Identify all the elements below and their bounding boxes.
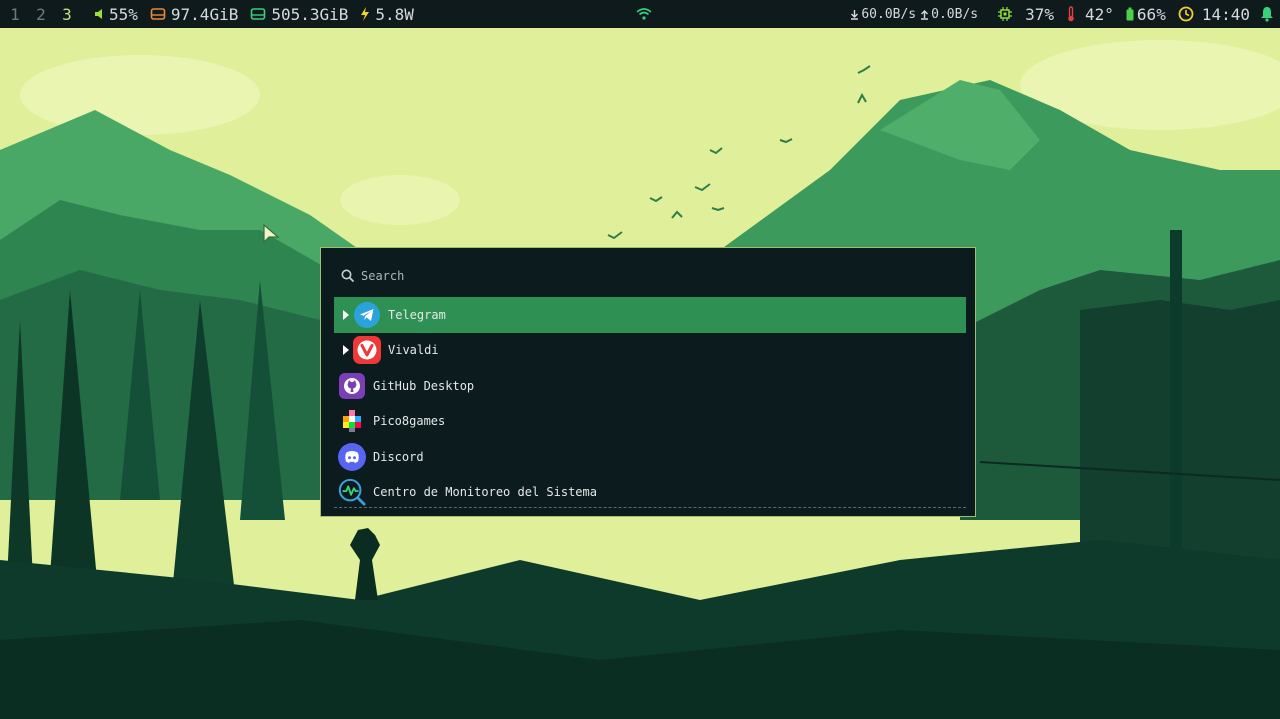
hard-drive-icon xyxy=(251,8,266,20)
cpu-value: 37% xyxy=(1025,4,1055,24)
status-bar: 1 2 3 55% 97.4GiB 505.3GiB 5.8W 60.0B/s … xyxy=(0,0,1280,28)
volume-value: 55% xyxy=(109,4,138,24)
wifi-icon[interactable] xyxy=(636,8,652,20)
expand-arrow-icon[interactable] xyxy=(343,345,349,356)
arrow-down-icon xyxy=(851,9,859,20)
discord-icon xyxy=(338,442,366,471)
list-item-pico8games[interactable]: Pico8games xyxy=(334,404,966,440)
clock-time: 14:40 xyxy=(1201,4,1250,24)
disk-home-value: 505.3GiB xyxy=(271,4,349,24)
battery-icon xyxy=(1126,7,1134,21)
list-divider xyxy=(334,507,966,508)
workspace-2-button[interactable]: 2 xyxy=(28,5,54,24)
list-item-label: Vivaldi xyxy=(388,343,439,358)
search-placeholder: Search xyxy=(361,269,405,283)
disk-root-indicator: 97.4GiB xyxy=(150,5,238,24)
network-upload: 0.0B/s xyxy=(920,7,978,22)
result-list: Telegram Vivaldi GitHub Desktop Pico8gam… xyxy=(334,297,966,510)
search-input[interactable]: Search xyxy=(341,266,404,286)
telegram-icon xyxy=(353,301,381,329)
hard-drive-icon xyxy=(150,8,166,20)
battery-indicator: 66% xyxy=(1126,5,1166,24)
list-item-label: Centro de Monitoreo del Sistema xyxy=(373,485,597,500)
search-icon xyxy=(341,269,355,283)
list-item-telegram[interactable]: Telegram xyxy=(334,297,966,333)
disk-root-value: 97.4GiB xyxy=(170,4,239,24)
clock-icon xyxy=(1178,6,1194,22)
clock[interactable]: 14:40 xyxy=(1178,5,1250,24)
power-indicator: 5.8W xyxy=(360,5,414,24)
list-item-label: Discord xyxy=(373,449,424,464)
power-value: 5.8W xyxy=(375,4,414,24)
expand-arrow-icon[interactable] xyxy=(343,309,349,320)
upload-rate: 0.0B/s xyxy=(931,6,979,22)
network-download: 60.0B/s xyxy=(850,7,916,22)
battery-value: 66% xyxy=(1136,4,1166,24)
system-monitor-icon xyxy=(338,478,366,506)
lightning-icon xyxy=(361,7,370,21)
app-launcher: Search Telegram Vivaldi GitHub Desktop P… xyxy=(320,247,976,517)
list-item-discord[interactable]: Discord xyxy=(334,439,966,475)
pico8-icon xyxy=(338,407,366,435)
cpu-chip-icon xyxy=(998,7,1013,21)
volume-indicator[interactable]: 55% xyxy=(94,5,138,24)
bell-icon[interactable] xyxy=(1260,6,1274,22)
workspace-1-button[interactable]: 1 xyxy=(2,5,28,24)
disk-home-indicator: 505.3GiB xyxy=(250,5,348,24)
list-item-system-monitor[interactable]: Centro de Monitoreo del Sistema xyxy=(334,475,966,511)
vivaldi-icon xyxy=(353,336,381,365)
temperature-indicator: 42° xyxy=(1066,5,1114,24)
mouse-cursor-icon xyxy=(263,223,280,244)
download-rate: 60.0B/s xyxy=(861,6,917,22)
list-item-label: GitHub Desktop xyxy=(373,378,475,393)
list-item-github-desktop[interactable]: GitHub Desktop xyxy=(334,368,966,404)
list-item-label: Telegram xyxy=(388,307,446,322)
temperature-value: 42° xyxy=(1085,4,1114,24)
list-item-label: Pico8games xyxy=(373,414,446,429)
workspace-3-button[interactable]: 3 xyxy=(54,5,80,24)
volume-icon xyxy=(95,9,102,19)
list-item-vivaldi[interactable]: Vivaldi xyxy=(334,333,966,369)
cpu-indicator: 37% xyxy=(998,5,1054,24)
thermometer-icon xyxy=(1068,6,1074,22)
github-desktop-icon xyxy=(338,372,366,400)
arrow-up-icon xyxy=(921,9,929,20)
